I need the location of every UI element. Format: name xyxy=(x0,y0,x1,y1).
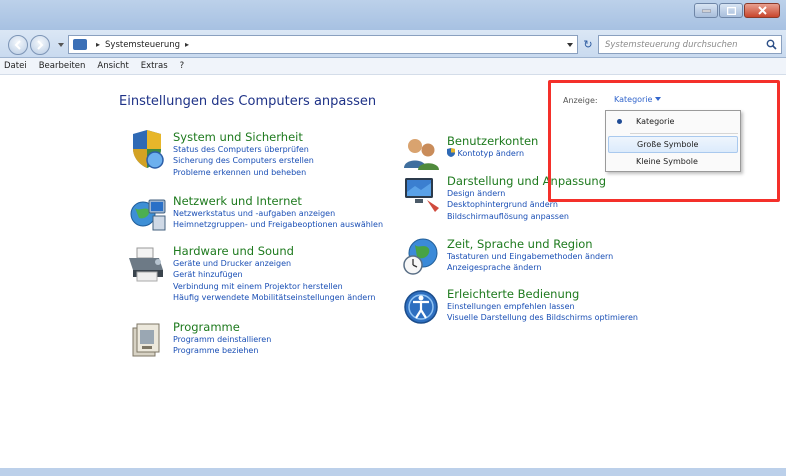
refresh-button[interactable]: ↻ xyxy=(580,35,596,54)
category-link[interactable]: Tastaturen und Eingabemethoden ändern xyxy=(447,251,613,262)
category-link[interactable]: Einstellungen empfehlen lassen xyxy=(447,301,638,312)
menu-item-extras[interactable]: Extras xyxy=(141,61,168,71)
search-input[interactable]: Systemsteuerung durchsuchen xyxy=(598,35,782,54)
category-link[interactable]: Status des Computers überprüfen xyxy=(173,144,314,155)
menu-bar: Datei Bearbeiten Ansicht Extras ? xyxy=(0,58,786,75)
category-title[interactable]: Benutzerkonten xyxy=(447,134,538,148)
title-bar xyxy=(0,0,786,30)
highlight-annotation xyxy=(548,80,780,202)
maximize-button[interactable] xyxy=(719,3,743,18)
category-link-label[interactable]: Kontotyp ändern xyxy=(458,149,525,158)
minimize-button[interactable] xyxy=(694,3,718,18)
menu-item-datei[interactable]: Datei xyxy=(4,61,27,71)
network-icon xyxy=(130,199,166,231)
accessibility-icon xyxy=(404,290,438,324)
menu-item-ansicht[interactable]: Ansicht xyxy=(97,61,128,71)
category-title[interactable]: Hardware und Sound xyxy=(173,244,375,258)
printer-icon xyxy=(129,247,163,282)
refresh-icon: ↻ xyxy=(583,38,593,51)
display-icon xyxy=(405,178,439,212)
back-button[interactable] xyxy=(8,35,28,55)
breadcrumb-separator-icon[interactable]: ▸ xyxy=(96,40,100,49)
minimize-icon xyxy=(701,9,711,12)
globe-clock-icon xyxy=(403,238,438,275)
category-link[interactable]: Verbindung mit einem Projektor herstelle… xyxy=(173,281,375,292)
category-link[interactable]: Visuelle Darstellung des Bildschirms opt… xyxy=(447,312,638,323)
close-button[interactable] xyxy=(744,3,780,18)
category-link[interactable]: Gerät hinzufügen xyxy=(173,269,375,280)
category-link[interactable]: Programm deinstallieren xyxy=(173,334,271,345)
address-bar[interactable]: ▸ Systemsteuerung ▸ xyxy=(68,35,578,54)
category-link[interactable]: Probleme erkennen und beheben xyxy=(173,167,314,178)
category-link[interactable]: Heimnetzgruppen- und Freigabeoptionen au… xyxy=(173,219,383,230)
forward-arrow-icon xyxy=(37,40,44,50)
category-link[interactable]: Bildschirmauflösung anpassen xyxy=(447,211,606,222)
search-icon[interactable] xyxy=(766,39,777,50)
navigation-bar: ▸ Systemsteuerung ▸ ↻ Systemsteuerung du… xyxy=(0,30,786,58)
category-link[interactable]: Häufig verwendete Mobilitätseinstellunge… xyxy=(173,292,375,303)
category-link[interactable]: Geräte und Drucker anzeigen xyxy=(173,258,375,269)
category-title[interactable]: Netzwerk und Internet xyxy=(173,194,383,208)
chevron-down-icon[interactable] xyxy=(566,39,574,50)
page-title: Einstellungen des Computers anpassen xyxy=(119,94,377,109)
programs-icon xyxy=(132,323,160,357)
category-link[interactable]: Programme beziehen xyxy=(173,345,271,356)
window-buttons xyxy=(694,3,780,18)
uac-shield-icon xyxy=(447,148,455,157)
forward-button[interactable] xyxy=(30,35,50,55)
category-link[interactable]: Sicherung des Computers erstellen xyxy=(173,155,314,166)
search-placeholder: Systemsteuerung durchsuchen xyxy=(605,39,738,50)
category-title[interactable]: Zeit, Sprache und Region xyxy=(447,237,613,251)
shield-icon xyxy=(133,130,164,169)
users-icon xyxy=(404,139,439,170)
menu-item-help[interactable]: ? xyxy=(180,61,185,71)
close-icon xyxy=(757,6,767,15)
menu-item-bearbeiten[interactable]: Bearbeiten xyxy=(39,61,86,71)
control-panel-icon xyxy=(73,39,87,50)
category-title[interactable]: Programme xyxy=(173,320,271,334)
category-title[interactable]: Erleichterte Bedienung xyxy=(447,287,638,301)
back-arrow-icon xyxy=(14,40,21,50)
breadcrumb-separator-icon[interactable]: ▸ xyxy=(185,40,189,49)
category-link[interactable]: Anzeigesprache ändern xyxy=(447,262,613,273)
recent-pages-icon[interactable] xyxy=(58,42,64,48)
maximize-icon xyxy=(726,6,736,15)
category-link[interactable]: Netzwerkstatus und -aufgaben anzeigen xyxy=(173,208,383,219)
window-bottom-border xyxy=(0,468,786,476)
breadcrumb-location[interactable]: Systemsteuerung xyxy=(105,40,180,50)
category-link[interactable]: Kontotyp ändern xyxy=(447,148,538,159)
category-title[interactable]: System und Sicherheit xyxy=(173,130,314,144)
